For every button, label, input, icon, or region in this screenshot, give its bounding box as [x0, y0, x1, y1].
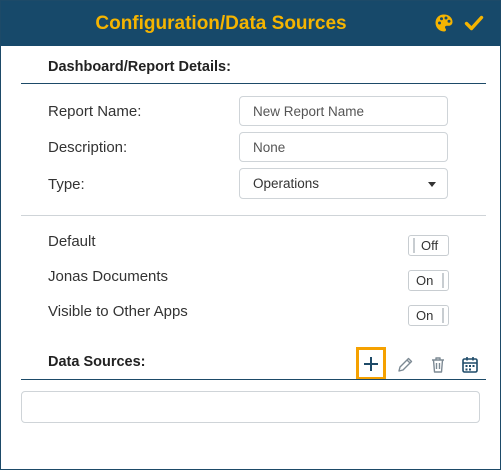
description-label: Description:	[48, 139, 128, 156]
check-icon[interactable]	[464, 13, 484, 33]
jonas-documents-label: Jonas Documents	[48, 268, 169, 285]
chevron-down-icon	[428, 182, 436, 187]
data-sources-section-title: Data Sources:	[48, 354, 146, 370]
visible-other-apps-label: Visible to Other Apps	[48, 303, 188, 320]
report-name-label: Report Name:	[48, 103, 142, 120]
type-select[interactable]: Operations	[239, 168, 448, 199]
type-label: Type:	[48, 176, 85, 193]
report-name-input[interactable]	[239, 96, 448, 126]
details-divider	[21, 83, 486, 84]
toggle-handle	[413, 238, 415, 253]
toggle-handle	[442, 273, 444, 288]
configuration-panel: Configuration/Data Sources Dashboard/Rep…	[0, 0, 501, 470]
palette-icon[interactable]	[434, 13, 454, 33]
visible-other-apps-toggle[interactable]: On	[408, 305, 449, 326]
panel-title: Configuration/Data Sources	[95, 13, 347, 34]
visible-other-apps-toggle-state: On	[416, 308, 434, 323]
jonas-documents-toggle[interactable]: On	[408, 270, 449, 291]
data-sources-divider	[21, 379, 486, 380]
type-select-value: Operations	[253, 176, 320, 191]
trash-icon[interactable]	[427, 354, 449, 376]
toggle-handle	[442, 308, 444, 323]
details-section-title: Dashboard/Report Details:	[48, 59, 231, 75]
plus-icon	[364, 357, 378, 371]
default-toggle-state: Off	[421, 238, 439, 253]
default-label: Default	[48, 233, 96, 250]
pencil-icon[interactable]	[394, 354, 416, 376]
panel-header: Configuration/Data Sources	[1, 1, 500, 46]
data-sources-list[interactable]	[21, 391, 480, 423]
default-toggle[interactable]: Off	[408, 235, 449, 256]
description-input[interactable]	[239, 132, 448, 162]
calendar-icon[interactable]	[459, 354, 481, 376]
toggles-divider	[21, 215, 486, 216]
jonas-documents-toggle-state: On	[416, 273, 434, 288]
add-data-source-button[interactable]	[356, 347, 386, 380]
